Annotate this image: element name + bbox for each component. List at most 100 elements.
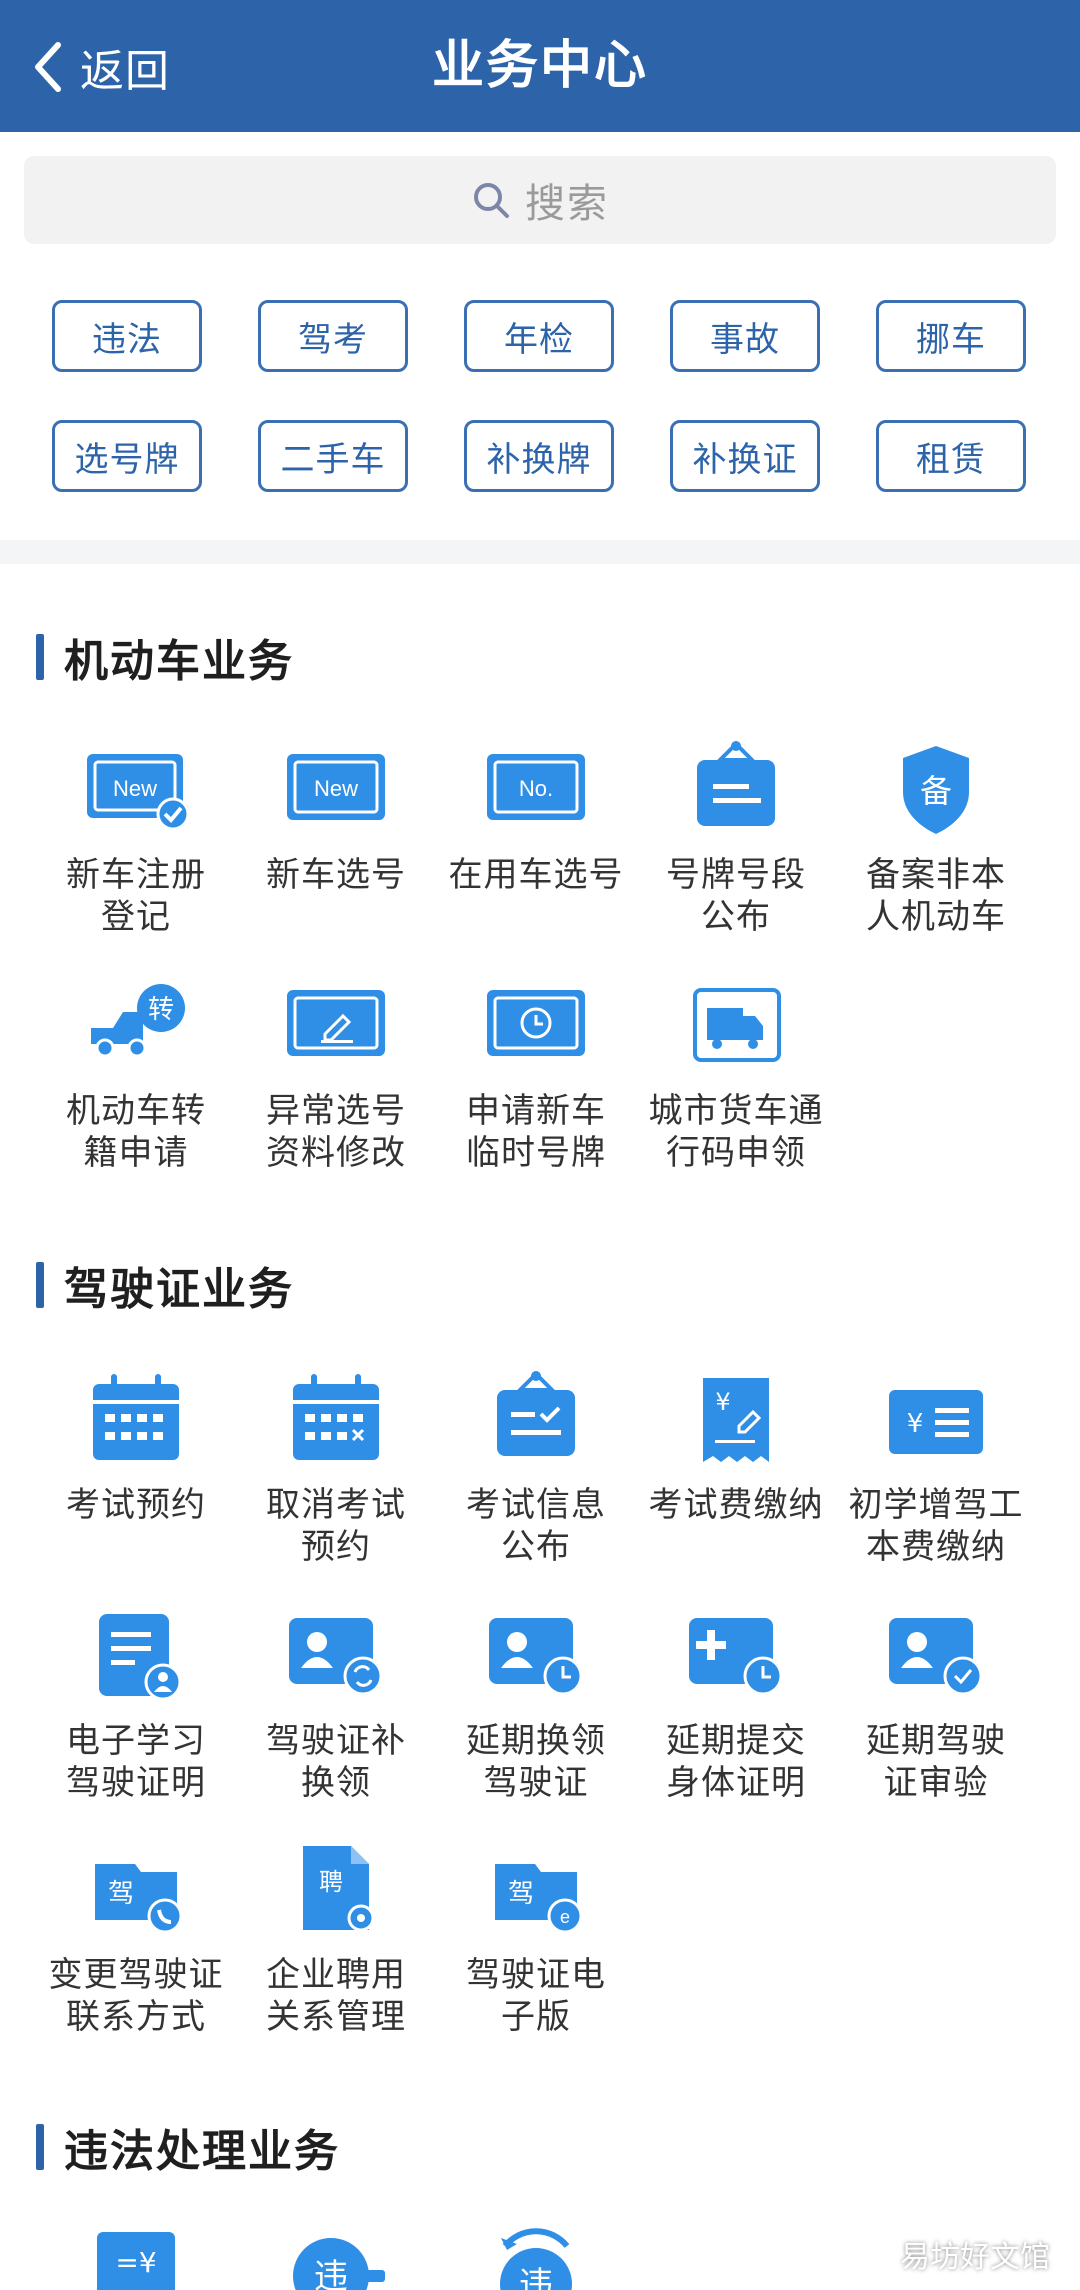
tag-driving-exam[interactable]: 驾考 [258, 300, 408, 372]
service-violation-query[interactable]: 违 [436, 2226, 636, 2290]
chevron-left-icon [35, 42, 61, 92]
calendar-cancel-icon [293, 1374, 379, 1460]
tag-violation[interactable]: 违法 [52, 300, 202, 372]
service-violation-handling[interactable]: 违 [236, 2226, 436, 2290]
service-license-contact-change[interactable]: 驾 变更驾驶证 联系方式 [36, 1840, 236, 2038]
service-label: 城市货车通 行码申领 [648, 1091, 824, 1173]
svg-text:聘: 聘 [319, 1868, 343, 1896]
service-license-electronic[interactable]: 驾 e 驾驶证电 子版 [436, 1840, 636, 2038]
service-label: 新车注册 登记 [66, 855, 206, 937]
service-exam-fee[interactable]: ¥ 考试费缴纳 [636, 1370, 836, 1526]
violation-query-glyph: 违 [519, 2265, 553, 2290]
tag-select-plate[interactable]: 选号牌 [52, 420, 202, 492]
service-plate-segment[interactable]: 号牌号段 公布 [636, 740, 836, 938]
tag-used-car[interactable]: 二手车 [258, 420, 408, 492]
violation-glyph: 违 [314, 2257, 348, 2290]
service-new-car-register[interactable]: New 新车注册 登记 [36, 740, 236, 938]
svg-text:New: New [314, 776, 358, 801]
tag-rental[interactable]: 租赁 [876, 420, 1026, 492]
health-delay-icon [689, 1618, 783, 1696]
service-filing-vehicle[interactable]: 备 备案非本 人机动车 [836, 740, 1036, 938]
svg-text:驾: 驾 [108, 1879, 134, 1909]
search-input[interactable]: 搜索 [24, 156, 1056, 244]
service-exam-booking[interactable]: 考试预约 [36, 1370, 236, 1526]
service-label: 考试费缴纳 [648, 1485, 824, 1525]
service-label: 取消考试 预约 [266, 1485, 406, 1567]
license-phone-icon: 驾 [95, 1864, 183, 1934]
filing-shield-icon: 备 [903, 746, 969, 834]
service-exam-info[interactable]: 考试信息 公布 [436, 1370, 636, 1568]
section-violation-header: 违法处理业务 [36, 2122, 340, 2177]
plate-edit-icon [287, 990, 385, 1056]
service-license-delay-verify[interactable]: 延期驾驶 证审验 [836, 1606, 1036, 1804]
watermark: 易坊好文馆 [900, 2240, 1050, 2275]
calendar-icon [93, 1374, 179, 1460]
fee-card-icon: ¥ [889, 1390, 983, 1454]
city-truck-icon [693, 988, 781, 1062]
study-certificate-icon [99, 1614, 182, 1701]
service-license-delay-renew[interactable]: 延期换领 驾驶证 [436, 1606, 636, 1804]
service-temp-plate[interactable]: 申请新车 临时号牌 [436, 976, 636, 1174]
new-plate-icon: New [287, 754, 385, 820]
license-electronic-icon: 驾 e [495, 1864, 583, 1934]
service-label: 申请新车 临时号牌 [466, 1091, 606, 1173]
license-renew-icon [289, 1618, 383, 1696]
service-used-car-plate[interactable]: No. 在用车选号 [436, 740, 636, 896]
service-label: 初学增驾工 本费缴纳 [848, 1485, 1024, 1567]
service-vehicle-transfer[interactable]: 转 机动车转 籍申请 [36, 976, 236, 1174]
section-accent-bar [36, 2124, 44, 2170]
section-license-header: 驾驶证业务 [36, 1260, 294, 1315]
service-label: 延期驾驶 证审验 [866, 1721, 1006, 1803]
new-register-icon: New [87, 754, 190, 831]
back-label: 返回 [80, 46, 170, 97]
service-health-delay[interactable]: 延期提交 身体证明 [636, 1606, 836, 1804]
service-label: 变更驾驶证 联系方式 [48, 1955, 224, 2037]
service-employment-management[interactable]: 聘 企业聘用 关系管理 [236, 1840, 436, 2038]
truck-transfer-icon: 转 [91, 984, 185, 1058]
service-label: 号牌号段 公布 [666, 855, 806, 937]
service-exam-cancel[interactable]: 取消考试 预约 [236, 1370, 436, 1568]
section-divider [0, 540, 1080, 564]
tag-accident[interactable]: 事故 [670, 300, 820, 372]
service-label: 备案非本 人机动车 [866, 855, 1006, 937]
service-city-truck-pass[interactable]: 城市货车通 行码申领 [636, 976, 836, 1174]
svg-text:¥: ¥ [715, 1388, 730, 1416]
service-label: 驾驶证电 子版 [466, 1955, 606, 2037]
svg-text:转: 转 [148, 995, 174, 1025]
tag-replace-plate[interactable]: 补换牌 [464, 420, 614, 492]
svg-text:备: 备 [920, 772, 952, 810]
service-label: 机动车转 籍申请 [66, 1091, 206, 1173]
svg-text:驾: 驾 [508, 1879, 534, 1909]
no-plate-icon: No. [487, 754, 585, 820]
fee-receipt-icon: ¥ [703, 1378, 769, 1462]
top-bar: 返回 业务中心 [0, 0, 1080, 132]
service-license-reissue[interactable]: 驾驶证补 换领 [236, 1606, 436, 1804]
service-label: 延期提交 身体证明 [666, 1721, 806, 1803]
announcement-icon [697, 741, 775, 826]
license-verify-icon [889, 1618, 983, 1696]
service-label: 异常选号 资料修改 [266, 1091, 406, 1173]
section-vehicle-title: 机动车业务 [64, 636, 294, 687]
service-label: 延期换领 驾驶证 [466, 1721, 606, 1803]
exam-notice-icon [497, 1371, 575, 1456]
service-plate-data-edit[interactable]: 异常选号 资料修改 [236, 976, 436, 1174]
violation-refresh-icon: 违 [500, 2228, 572, 2290]
service-new-car-plate[interactable]: New 新车选号 [236, 740, 436, 896]
violation-icon: 违 [293, 2238, 385, 2290]
license-delay-icon [489, 1618, 583, 1696]
service-fine-payment[interactable]: =¥ [36, 2226, 236, 2290]
tag-annual-inspection[interactable]: 年检 [464, 300, 614, 372]
back-button[interactable]: 返回 [30, 30, 170, 104]
service-study-certificate[interactable]: 电子学习 驾驶证明 [36, 1606, 236, 1804]
section-vehicle-header: 机动车业务 [36, 632, 294, 687]
search-icon [474, 183, 509, 218]
fine-payment-glyph: =¥ [115, 2246, 156, 2279]
tag-move-car[interactable]: 挪车 [876, 300, 1026, 372]
section-license-title: 驾驶证业务 [64, 1264, 294, 1315]
service-learner-fee[interactable]: ¥ 初学增驾工 本费缴纳 [836, 1370, 1036, 1568]
svg-text:e: e [560, 1907, 570, 1927]
tag-replace-license[interactable]: 补换证 [670, 420, 820, 492]
service-label: 新车选号 [266, 855, 406, 895]
section-violation-title: 违法处理业务 [64, 2126, 340, 2177]
svg-text:¥: ¥ [907, 1409, 924, 1439]
